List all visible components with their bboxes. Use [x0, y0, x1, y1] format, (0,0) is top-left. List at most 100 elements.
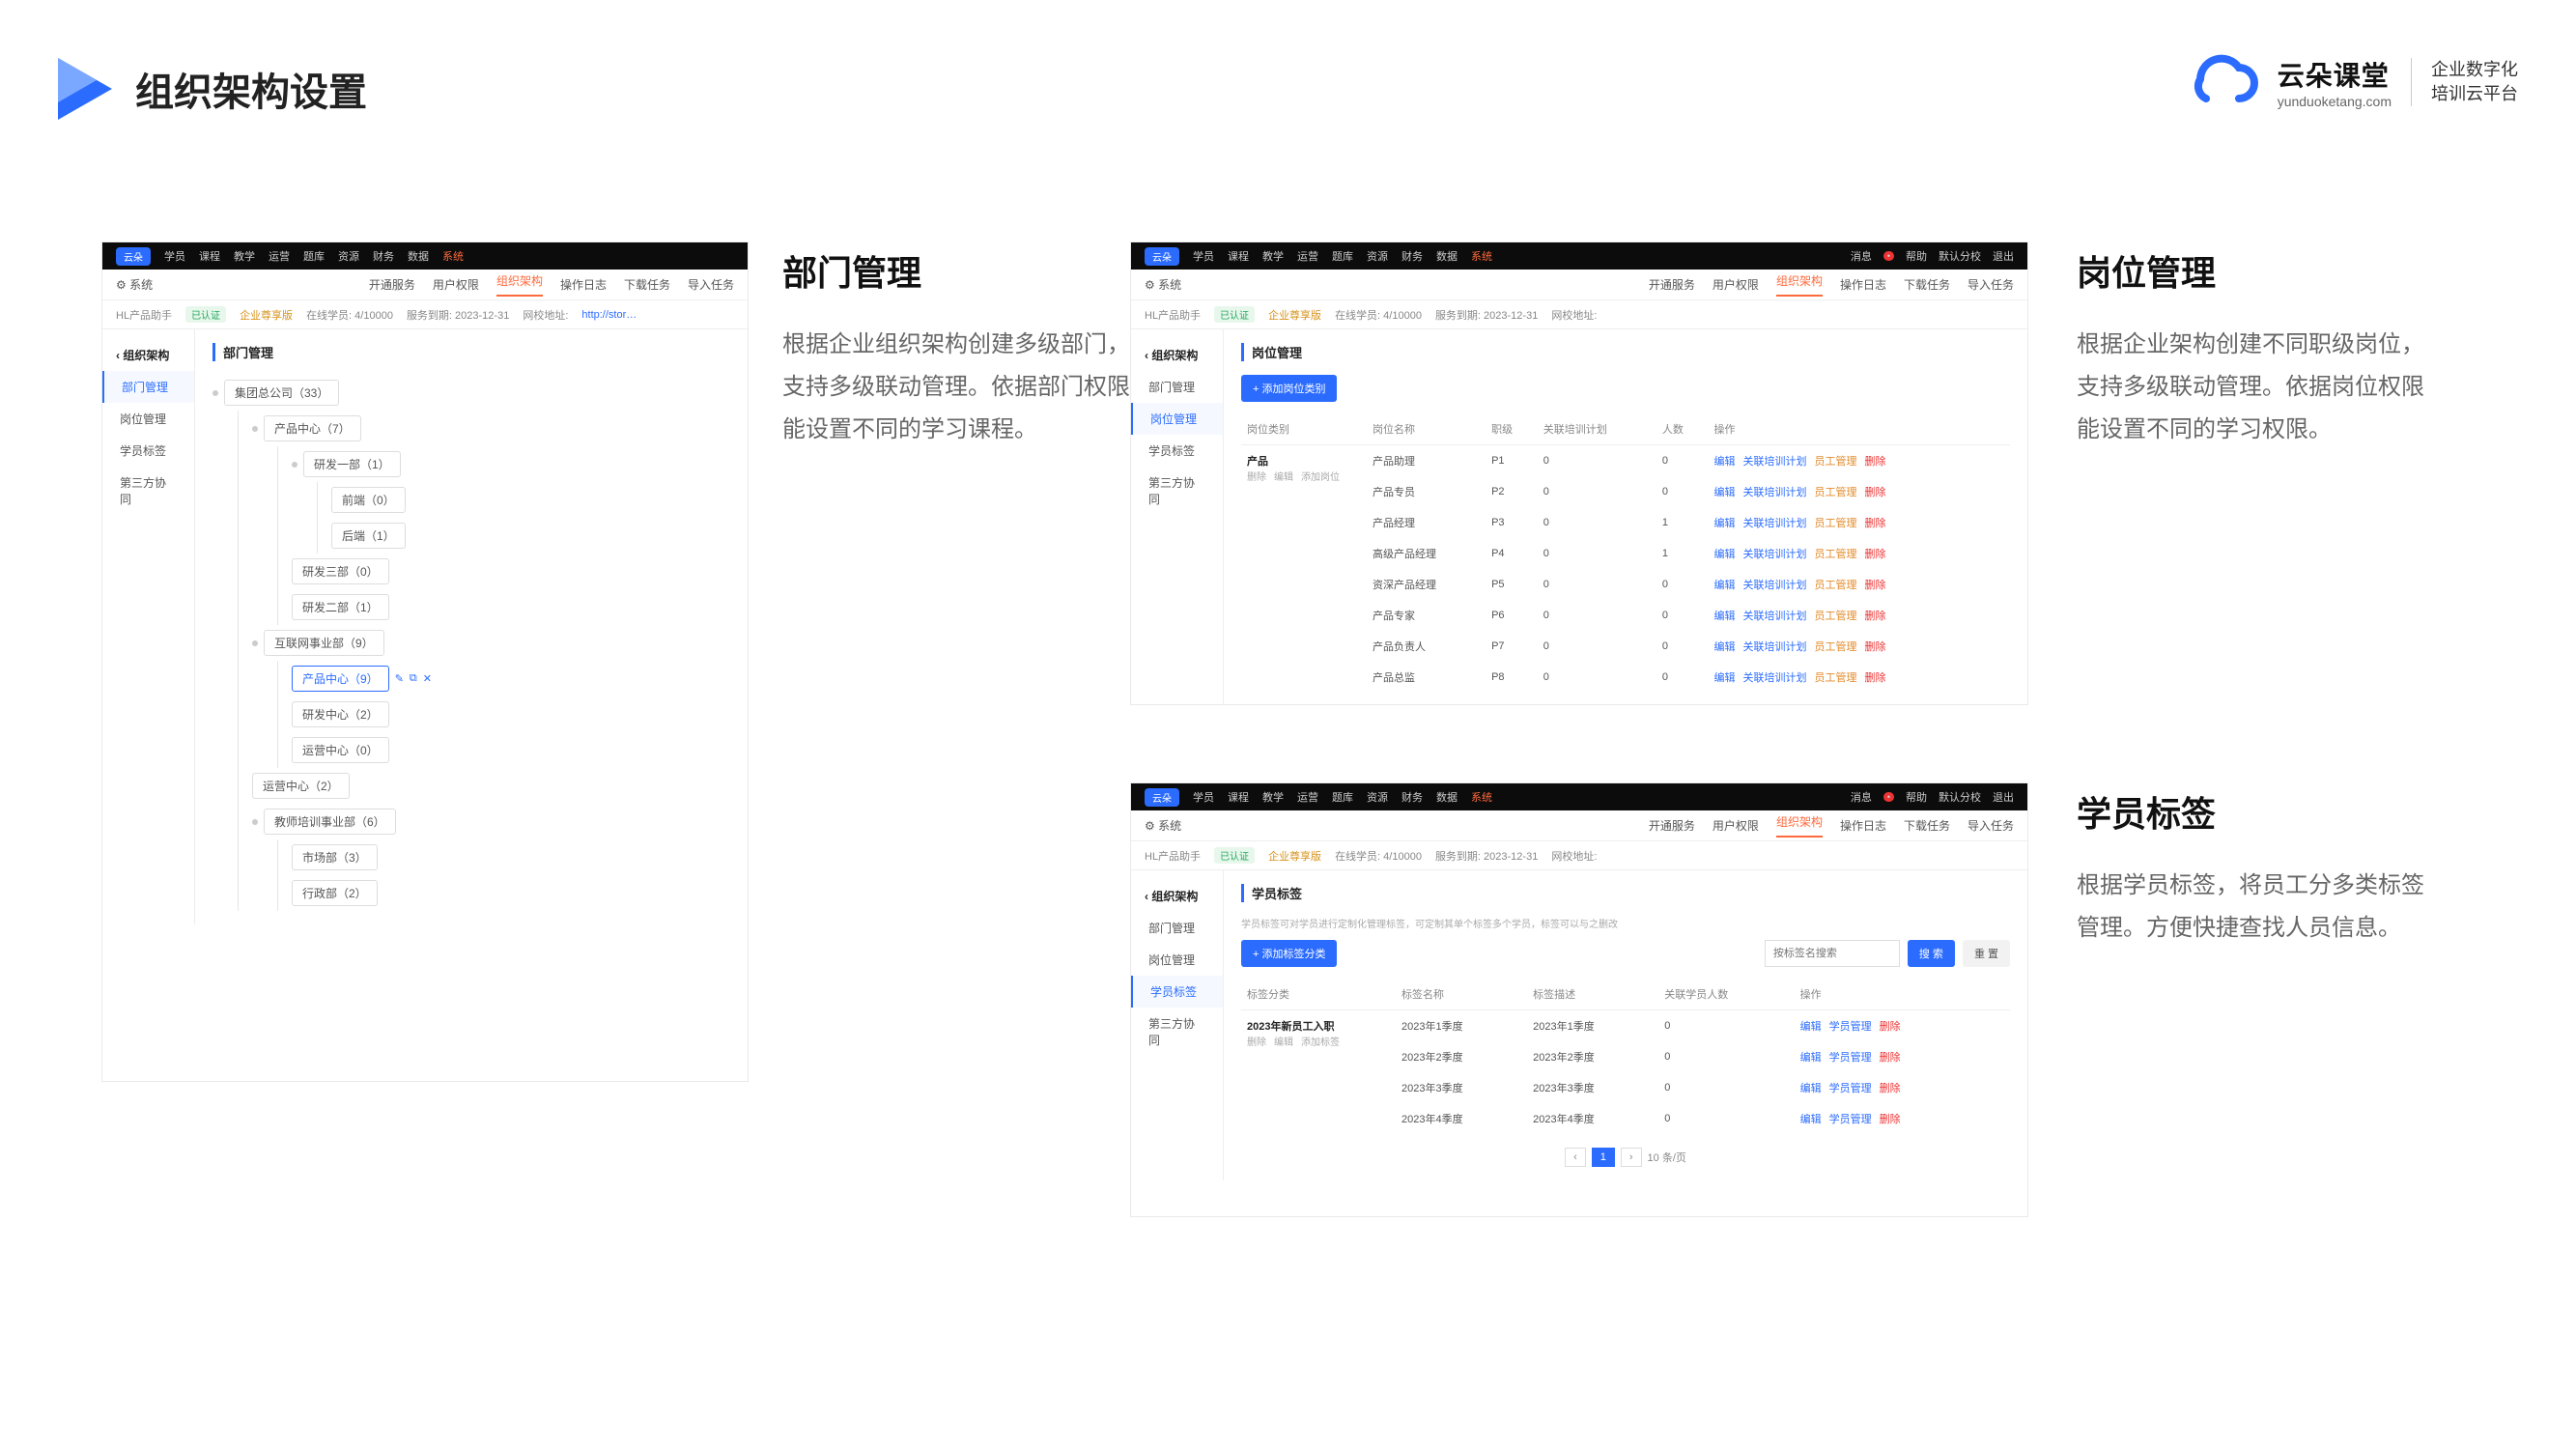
tree-node[interactable]: 互联网事业部（9）: [264, 630, 384, 656]
tab-download[interactable]: 下载任务: [1904, 817, 1950, 834]
nav-ops[interactable]: 运营: [269, 248, 290, 264]
tab-oplog[interactable]: 操作日志: [1840, 817, 1886, 834]
op-delete[interactable]: 删除: [1865, 487, 1886, 498]
nav-logout[interactable]: 退出: [1993, 248, 2014, 264]
tree-node[interactable]: 市场部（3）: [292, 844, 378, 870]
sidebar-title[interactable]: 组织架构: [1131, 339, 1223, 371]
op-delete[interactable]: 删除: [1880, 1083, 1901, 1094]
nav-system[interactable]: 系统: [1471, 248, 1492, 264]
sidebar-item-post[interactable]: 岗位管理: [1131, 944, 1223, 976]
op-edit[interactable]: 编辑: [1800, 1114, 1822, 1125]
nav-question[interactable]: 题库: [1332, 248, 1353, 264]
copy-icon[interactable]: ⧉: [410, 672, 417, 685]
op-staff[interactable]: 员工管理: [1815, 672, 1857, 684]
reset-button[interactable]: 重 置: [1963, 940, 2010, 967]
nav-msg[interactable]: 消息: [1851, 789, 1872, 805]
op-plan[interactable]: 关联培训计划: [1743, 456, 1807, 468]
sidebar-item-dept[interactable]: 部门管理: [1131, 912, 1223, 944]
tab-perm[interactable]: 用户权限: [1713, 276, 1759, 293]
op-staff[interactable]: 学员管理: [1829, 1021, 1872, 1033]
nav-data[interactable]: 数据: [1436, 789, 1458, 805]
op-delete[interactable]: 删除: [1865, 611, 1886, 622]
op-edit[interactable]: 编辑: [1800, 1052, 1822, 1064]
sidebar-item-post[interactable]: 岗位管理: [102, 403, 194, 435]
op-delete[interactable]: 删除: [1865, 641, 1886, 653]
nav-ops[interactable]: 运营: [1297, 248, 1318, 264]
tab-oplog[interactable]: 操作日志: [560, 276, 607, 293]
sidebar-title[interactable]: 组织架构: [1131, 880, 1223, 912]
op-edit[interactable]: 编辑: [1714, 487, 1736, 498]
tab-org[interactable]: 组织架构: [496, 272, 543, 297]
sidebar-item-3rd[interactable]: 第三方协同: [1131, 467, 1223, 515]
add-tag-category-button[interactable]: + 添加标签分类: [1241, 940, 1337, 967]
op-delete[interactable]: 删除: [1865, 672, 1886, 684]
op-staff[interactable]: 员工管理: [1815, 487, 1857, 498]
nav-finance[interactable]: 财务: [1401, 789, 1423, 805]
nav-help[interactable]: 帮助: [1906, 789, 1927, 805]
nav-data[interactable]: 数据: [1436, 248, 1458, 264]
tab-org[interactable]: 组织架构: [1776, 813, 1823, 838]
tab-download[interactable]: 下载任务: [624, 276, 670, 293]
nav-msg[interactable]: 消息: [1851, 248, 1872, 264]
nav-finance[interactable]: 财务: [373, 248, 394, 264]
tab-perm[interactable]: 用户权限: [433, 276, 479, 293]
op-delete[interactable]: 删除: [1865, 580, 1886, 591]
op-staff[interactable]: 员工管理: [1815, 456, 1857, 468]
op-staff[interactable]: 员工管理: [1815, 549, 1857, 560]
tree-node[interactable]: 产品中心（7）: [264, 415, 361, 441]
op-edit[interactable]: 编辑: [1714, 641, 1736, 653]
domain-link[interactable]: http://stor…: [581, 309, 637, 321]
tree-node[interactable]: 研发一部（1）: [303, 451, 401, 477]
nav-help[interactable]: 帮助: [1906, 248, 1927, 264]
tree-node[interactable]: 研发中心（2）: [292, 701, 389, 727]
op-plan[interactable]: 关联培训计划: [1743, 580, 1807, 591]
tab-service[interactable]: 开通服务: [369, 276, 415, 293]
delete-icon[interactable]: ✕: [423, 672, 432, 685]
sidebar-item-post[interactable]: 岗位管理: [1131, 403, 1223, 435]
nav-students[interactable]: 学员: [1193, 248, 1214, 264]
row-group-action[interactable]: 删除: [1247, 469, 1266, 483]
op-edit[interactable]: 编辑: [1714, 456, 1736, 468]
nav-finance[interactable]: 财务: [1401, 248, 1423, 264]
op-delete[interactable]: 删除: [1880, 1021, 1901, 1033]
nav-logout[interactable]: 退出: [1993, 789, 2014, 805]
op-staff[interactable]: 员工管理: [1815, 641, 1857, 653]
op-plan[interactable]: 关联培训计划: [1743, 672, 1807, 684]
op-staff[interactable]: 学员管理: [1829, 1052, 1872, 1064]
op-staff[interactable]: 员工管理: [1815, 518, 1857, 529]
op-edit[interactable]: 编辑: [1714, 518, 1736, 529]
tree-node[interactable]: 运营中心（0）: [292, 737, 389, 763]
nav-resource[interactable]: 资源: [338, 248, 359, 264]
tab-service[interactable]: 开通服务: [1649, 817, 1695, 834]
tab-import[interactable]: 导入任务: [1967, 817, 2014, 834]
op-staff[interactable]: 员工管理: [1815, 580, 1857, 591]
sidebar-item-3rd[interactable]: 第三方协同: [1131, 1008, 1223, 1056]
edit-icon[interactable]: ✎: [395, 672, 404, 685]
nav-students[interactable]: 学员: [164, 248, 185, 264]
tree-node[interactable]: 研发三部（0）: [292, 558, 389, 584]
op-edit[interactable]: 编辑: [1714, 549, 1736, 560]
op-plan[interactable]: 关联培训计划: [1743, 549, 1807, 560]
nav-campus[interactable]: 默认分校: [1939, 789, 1981, 805]
nav-teaching[interactable]: 教学: [1262, 789, 1284, 805]
tab-oplog[interactable]: 操作日志: [1840, 276, 1886, 293]
op-edit[interactable]: 编辑: [1800, 1083, 1822, 1094]
tree-node-root[interactable]: 集团总公司（33）: [224, 380, 339, 406]
row-group-action[interactable]: 编辑: [1274, 469, 1293, 483]
pager-size[interactable]: 10 条/页: [1648, 1150, 1686, 1165]
tree-node[interactable]: 研发二部（1）: [292, 594, 389, 620]
tree-node[interactable]: 行政部（2）: [292, 880, 378, 906]
nav-data[interactable]: 数据: [408, 248, 429, 264]
op-delete[interactable]: 删除: [1880, 1052, 1901, 1064]
sidebar-item-tag[interactable]: 学员标签: [1131, 976, 1223, 1008]
pager-next[interactable]: ›: [1621, 1148, 1642, 1167]
op-plan[interactable]: 关联培训计划: [1743, 518, 1807, 529]
nav-resource[interactable]: 资源: [1367, 789, 1388, 805]
nav-courses[interactable]: 课程: [199, 248, 220, 264]
op-delete[interactable]: 删除: [1865, 456, 1886, 468]
tree-node[interactable]: 前端（0）: [331, 487, 406, 513]
op-staff[interactable]: 学员管理: [1829, 1083, 1872, 1094]
op-edit[interactable]: 编辑: [1714, 672, 1736, 684]
tab-download[interactable]: 下载任务: [1904, 276, 1950, 293]
op-delete[interactable]: 删除: [1865, 518, 1886, 529]
